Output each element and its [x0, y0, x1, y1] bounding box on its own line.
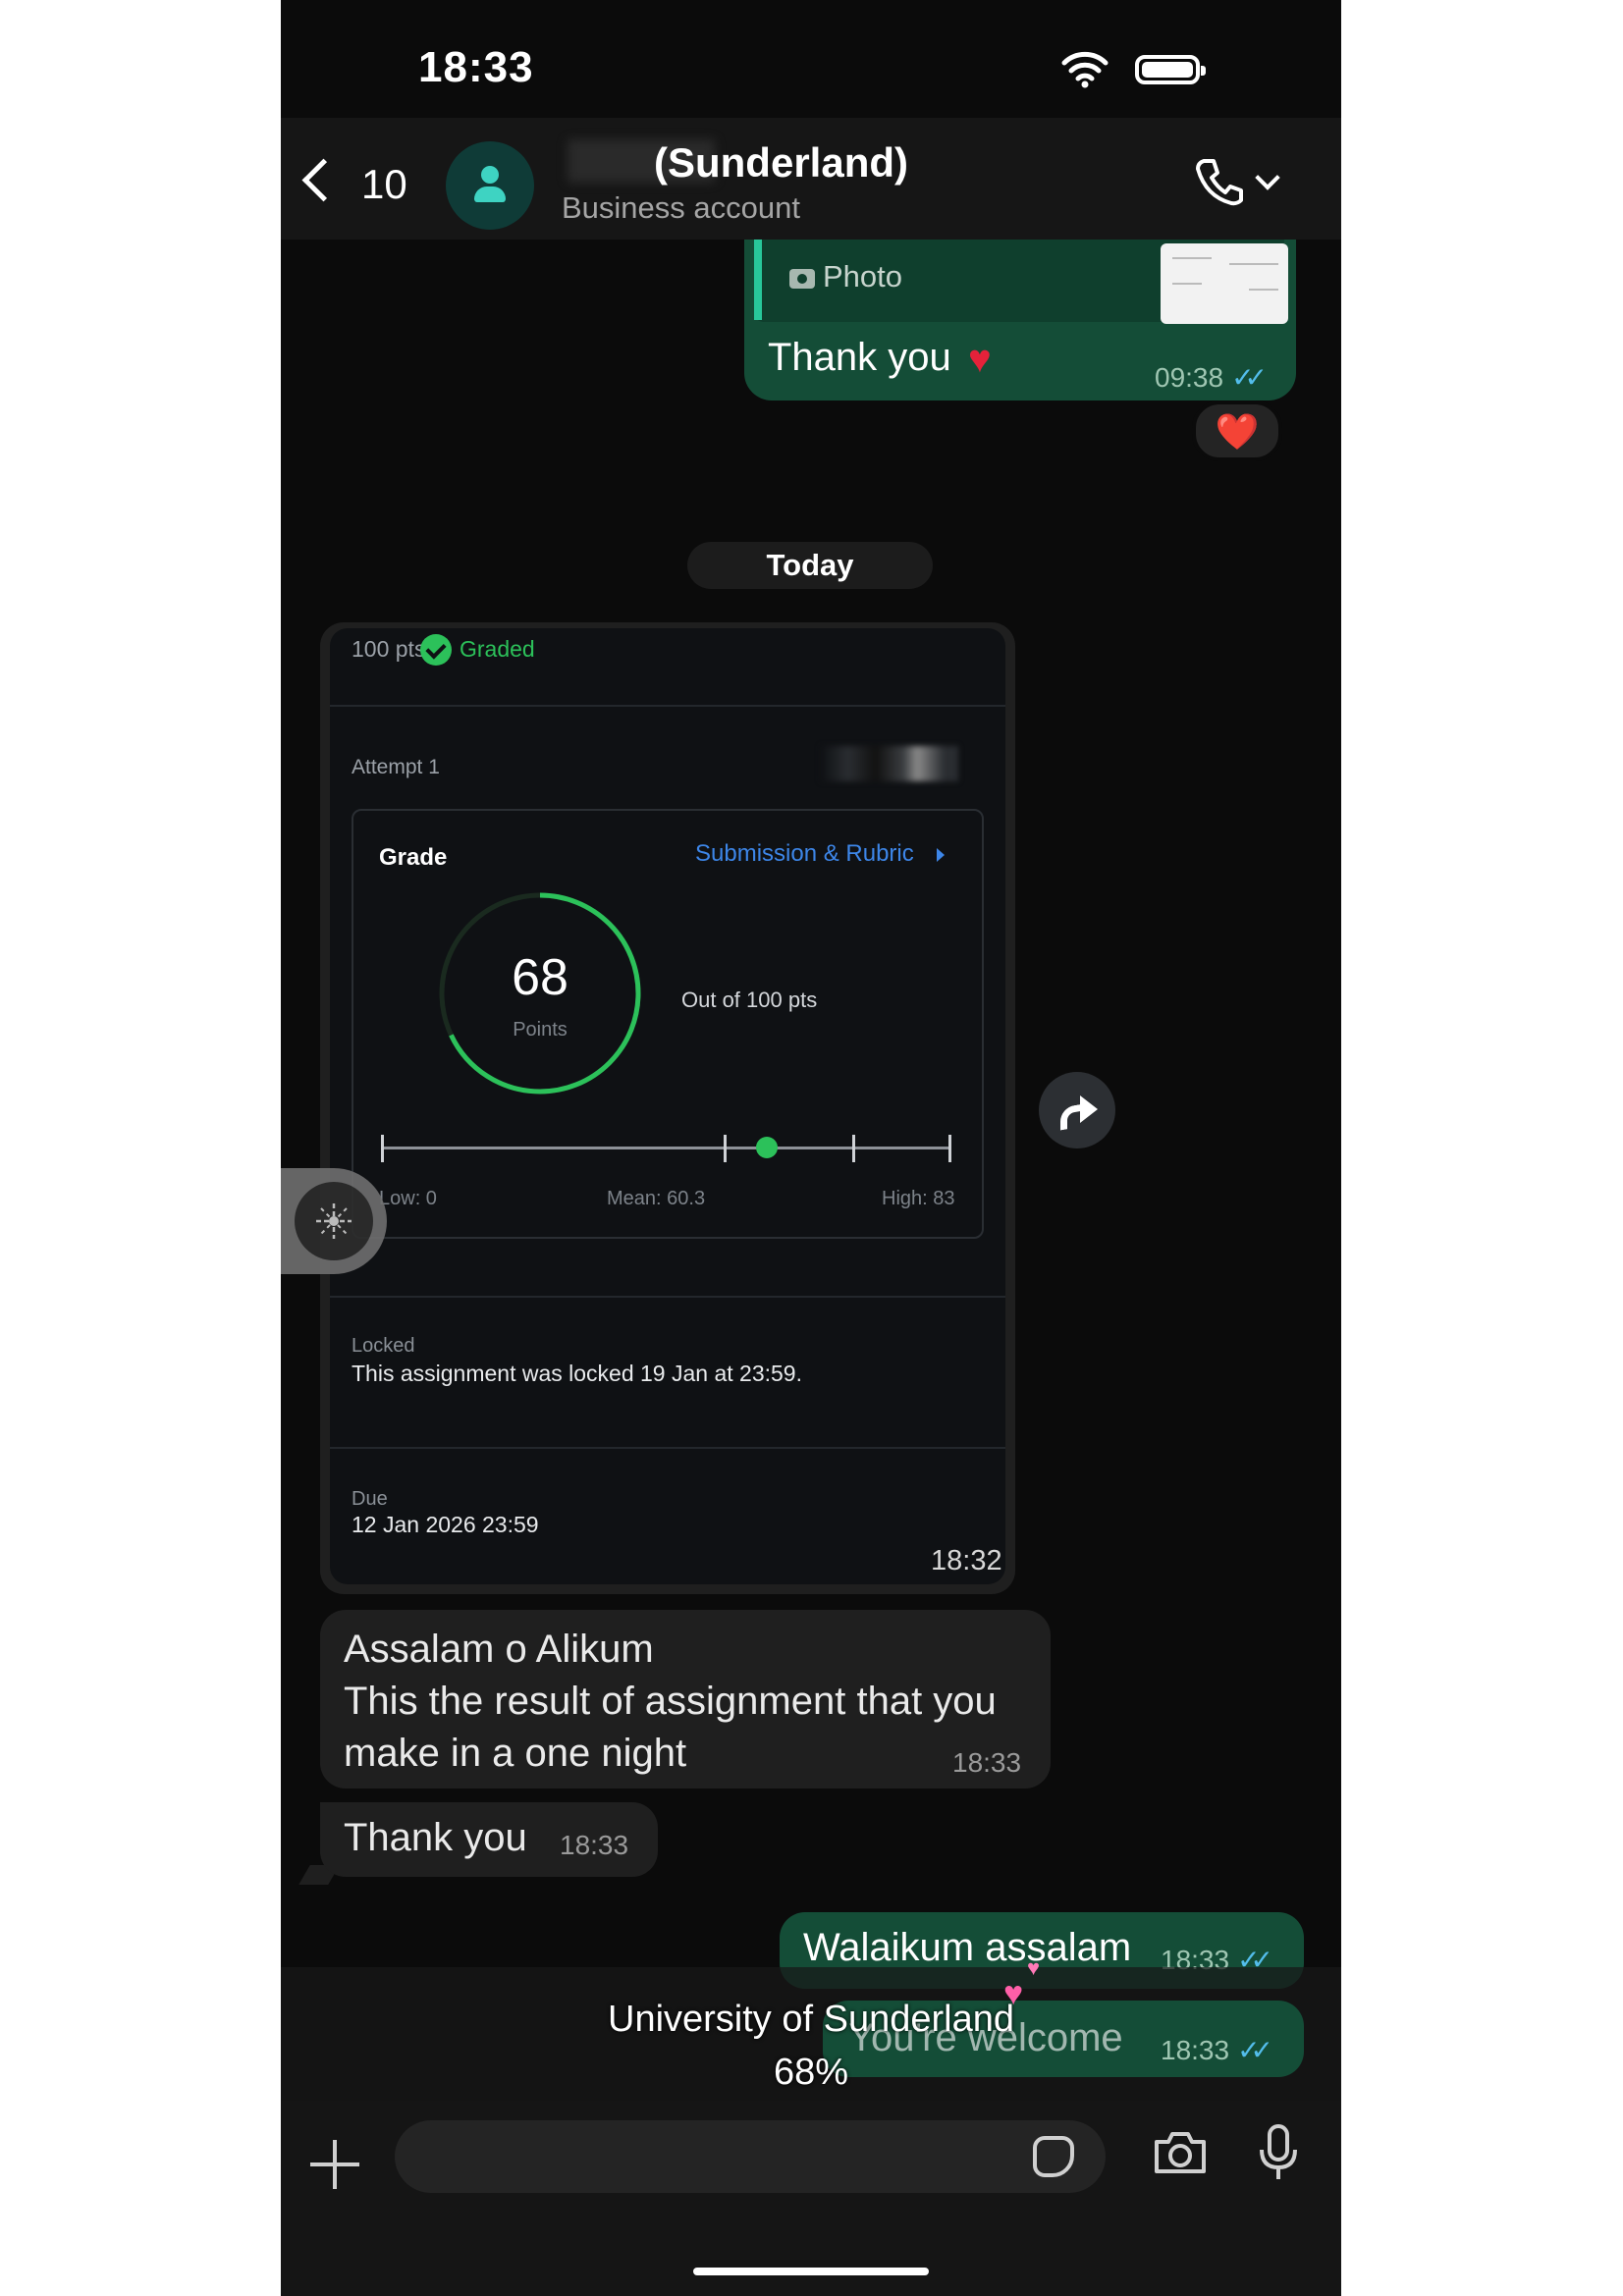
- chevron-left-icon[interactable]: [301, 158, 346, 202]
- due-label: Due: [352, 1488, 388, 1510]
- attempt-label: Attempt 1: [352, 756, 440, 778]
- message-text: Walaikum assalam: [803, 1926, 1132, 1969]
- low-tick: [381, 1135, 384, 1162]
- high-tick: [851, 1135, 855, 1162]
- floating-assistant-button[interactable]: [281, 1168, 387, 1274]
- locked-text: This assignment was locked 19 Jan at 23:…: [352, 1361, 802, 1386]
- out-of-label: Out of 100 pts: [681, 988, 818, 1012]
- divider: [330, 705, 1005, 707]
- message-text: Assalam o Alikum This the result of assi…: [344, 1628, 997, 1775]
- image-message-bubble[interactable]: 100 pts Graded Attempt 1 Grade Submissio…: [320, 622, 1015, 1594]
- forward-icon[interactable]: [1039, 1072, 1115, 1148]
- high-label: High: 83: [882, 1188, 955, 1209]
- photo-thumbnail[interactable]: [1161, 243, 1288, 324]
- due-text: 12 Jan 2026 23:59: [352, 1512, 539, 1537]
- wifi-icon: [1060, 49, 1109, 93]
- score-unit: Points: [513, 1019, 568, 1041]
- phone-icon[interactable]: [1192, 153, 1247, 213]
- redacted-area: [821, 746, 958, 781]
- camera-icon: [789, 269, 815, 289]
- contact-name[interactable]: (Sunderland): [654, 139, 908, 187]
- points-label: 100 pts: [352, 636, 426, 662]
- home-indicator: [693, 2268, 929, 2275]
- caret-right-icon: [937, 848, 945, 862]
- low-label: Low: 0: [379, 1188, 437, 1209]
- status-time: 18:33: [418, 43, 534, 91]
- message-text: Thank you: [344, 1816, 527, 1859]
- incoming-message-bubble[interactable]: Thank you 18:33: [320, 1802, 658, 1877]
- chat-header: 10 (Sunderland) Business account: [281, 118, 1341, 240]
- mean-tick: [723, 1135, 727, 1162]
- avatar-person-icon: [481, 166, 499, 184]
- message-time: 09:38 ✓✓: [1155, 362, 1268, 393]
- camera-icon[interactable]: [1151, 2128, 1210, 2182]
- check-circle-icon: [420, 634, 452, 666]
- chat-screen: 18:33 10 (Sunderland) Business account P…: [281, 0, 1341, 2296]
- graded-status: Graded: [460, 636, 535, 662]
- max-tick: [948, 1135, 951, 1162]
- quoted-photo-label: Photo: [823, 259, 903, 294]
- heart-reaction-icon: ❤️: [1215, 411, 1260, 452]
- distribution-track: [381, 1147, 950, 1149]
- unread-count[interactable]: 10: [361, 161, 407, 208]
- reaction-badge[interactable]: ❤️: [1192, 400, 1282, 461]
- grade-panel: Grade Submission & Rubric 68 Points Out …: [352, 809, 984, 1239]
- plus-icon[interactable]: [310, 2140, 359, 2189]
- divider: [330, 1447, 1005, 1449]
- microphone-icon[interactable]: [1257, 2122, 1300, 2192]
- submission-rubric-link: Submission & Rubric: [695, 840, 914, 867]
- score-value: 68: [512, 949, 568, 1006]
- message-text: Thank you: [768, 336, 951, 379]
- message-time: 18:33: [952, 1747, 1022, 1778]
- battery-icon: [1135, 55, 1206, 84]
- avatar[interactable]: [446, 141, 534, 230]
- outgoing-photo-reply-bubble[interactable]: Photo Thank you ♥ 09:38 ✓✓: [744, 240, 1296, 400]
- message-time: 18:32: [931, 1545, 1002, 1576]
- date-divider: Today: [687, 542, 933, 589]
- message-input[interactable]: [395, 2120, 1106, 2193]
- chevron-down-icon[interactable]: [1255, 165, 1280, 190]
- grade-screenshot: 100 pts Graded Attempt 1 Grade Submissio…: [330, 628, 1005, 1584]
- composer-bar: [281, 2101, 1341, 2296]
- heart-icon: ♥: [968, 338, 992, 381]
- grade-title: Grade: [379, 844, 448, 871]
- locked-label: Locked: [352, 1335, 415, 1357]
- mean-label: Mean: 60.3: [607, 1188, 706, 1209]
- score-marker: [756, 1137, 779, 1158]
- message-time: 18:33: [560, 1830, 629, 1860]
- two-hearts-icon-small: ♥: [1027, 1955, 1041, 1980]
- divider: [330, 1296, 1005, 1298]
- contact-subtitle: Business account: [562, 190, 800, 225]
- two-hearts-icon: ♥: [1003, 1975, 1024, 2012]
- incoming-message-bubble[interactable]: Assalam o Alikum This the result of assi…: [320, 1610, 1051, 1789]
- sparkle-icon: [316, 1203, 352, 1239]
- overlay-caption-text: University of Sunderland 68%: [608, 1999, 1014, 2093]
- double-check-icon: ✓✓: [1231, 362, 1268, 393]
